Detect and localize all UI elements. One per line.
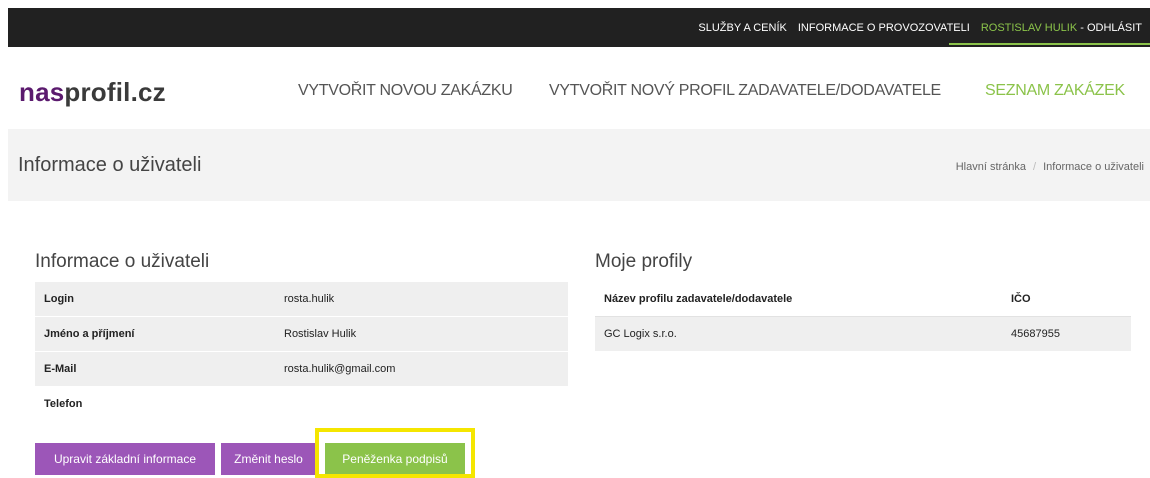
site-header: nasprofil.cz VYTVOŘIT NOVOU ZAKÁZKU VYTV… bbox=[8, 47, 1150, 129]
page: SLUŽBY A CENÍK INFORMACE O PROVOZOVATELI… bbox=[8, 8, 1150, 478]
row-value: rosta.hulik bbox=[284, 293, 335, 305]
user-info-row: Telefon bbox=[35, 387, 568, 422]
breadcrumb-current: Informace o uživateli bbox=[1043, 161, 1144, 173]
profile-name-header: Název profilu zadavatele/dodavatele bbox=[604, 293, 793, 305]
page-title: Informace o uživateli bbox=[18, 154, 202, 176]
row-key: Telefon bbox=[44, 398, 83, 410]
active-user-underline bbox=[949, 43, 1150, 45]
user-name-link[interactable]: ROSTISLAV HULIK bbox=[981, 22, 1077, 34]
edit-info-button[interactable]: Upravit základní informace bbox=[35, 443, 215, 475]
profile-name-cell[interactable]: GC Logix s.r.o. bbox=[604, 328, 677, 340]
ico-header: IČO bbox=[1011, 293, 1031, 305]
breadcrumb-home[interactable]: Hlavní stránka bbox=[956, 161, 1026, 173]
page-title-band: Informace o uživateli Hlavní stránka / Inf… bbox=[8, 129, 1150, 201]
highlight-box bbox=[315, 428, 475, 478]
row-key: Login bbox=[44, 293, 74, 305]
user-info-row: Jméno a příjmení Rostislav Hulik bbox=[35, 317, 568, 352]
profiles-title: Moje profily bbox=[595, 251, 693, 272]
user-info-title: Informace o uživateli bbox=[35, 251, 210, 272]
nav-new-profile[interactable]: VYTVOŘIT NOVÝ PROFIL ZADAVATELE/DODAVATE… bbox=[549, 82, 941, 100]
user-info-row: E-Mail rosta.hulik@gmail.com bbox=[35, 352, 568, 387]
top-bar: SLUŽBY A CENÍK INFORMACE O PROVOZOVATELI… bbox=[8, 8, 1150, 47]
breadcrumb-separator: / bbox=[1033, 161, 1037, 173]
top-links: SLUŽBY A CENÍK INFORMACE O PROVOZOVATELI… bbox=[687, 22, 1142, 34]
logo-part-profil: profil.cz bbox=[64, 77, 166, 107]
row-value: Rostislav Hulik bbox=[284, 328, 357, 340]
row-value: rosta.hulik@gmail.com bbox=[284, 363, 396, 375]
user-info-table: Login rosta.hulik Jméno a příjmení Rosti… bbox=[35, 282, 568, 422]
table-row[interactable]: GC Logix s.r.o. 45687955 bbox=[595, 317, 1131, 352]
site-logo[interactable]: nasprofil.cz bbox=[19, 77, 166, 108]
user-account: ROSTISLAV HULIK - ODHLÁSIT bbox=[981, 22, 1142, 34]
profiles-table: Název profilu zadavatele/dodavatele IČO … bbox=[595, 282, 1131, 352]
ico-cell: 45687955 bbox=[1011, 328, 1060, 340]
user-info-row: Login rosta.hulik bbox=[35, 282, 568, 317]
services-link[interactable]: SLUŽBY A CENÍK bbox=[698, 22, 786, 34]
row-key: Jméno a příjmení bbox=[44, 328, 135, 340]
row-key: E-Mail bbox=[44, 363, 77, 375]
logo-part-nas: nas bbox=[19, 77, 65, 107]
breadcrumb: Hlavní stránka / Informace o uživateli bbox=[956, 161, 1144, 173]
profiles-header-row: Název profilu zadavatele/dodavatele IČO bbox=[595, 282, 1131, 317]
nav-new-contract[interactable]: VYTVOŘIT NOVOU ZAKÁZKU bbox=[298, 82, 513, 100]
logout-link[interactable]: - ODHLÁSIT bbox=[1077, 22, 1142, 34]
nav-contract-list[interactable]: SEZNAM ZAKÁZEK bbox=[985, 82, 1125, 100]
operator-link[interactable]: INFORMACE O PROVOZOVATELI bbox=[798, 22, 970, 34]
change-password-button[interactable]: Změnit heslo bbox=[221, 443, 316, 475]
